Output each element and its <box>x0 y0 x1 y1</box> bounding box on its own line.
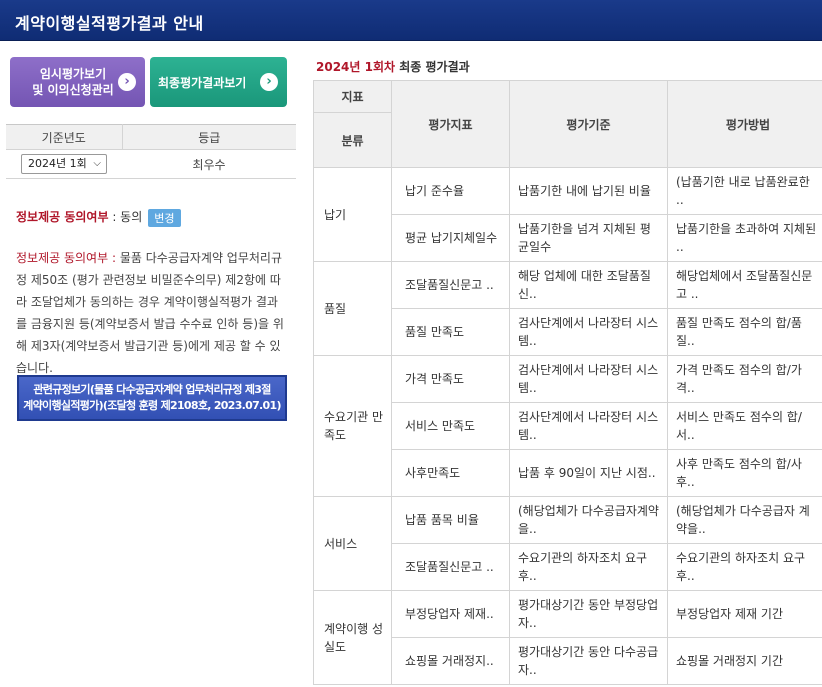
temp-eval-label-line1: 임시평가보기 <box>39 67 107 81</box>
result-period: 2024년 1회차 <box>316 60 396 74</box>
consent-value: 동의 <box>120 210 143 224</box>
regulation-button-line1: 관련규정보기(물품 다수공급자계약 업무처리규정 제3절 <box>33 383 271 396</box>
header-grade: 등급 <box>122 124 296 150</box>
change-consent-button[interactable]: 변경 <box>148 208 181 227</box>
indicator-cell: 조달품질신문고 .. <box>391 543 510 591</box>
header-indicator: 평가지표 <box>391 80 510 168</box>
consent-info-text: 정보제공 동의여부 : 물품 다수공급자계약 업무처리규정 제50조 (평가 관… <box>16 247 288 379</box>
criteria-cell: 검사단계에서 나라장터 시스템.. <box>509 308 668 356</box>
indicator-cell: 품질 만족도 <box>391 308 510 356</box>
chevron-down-icon: ⌵ <box>93 158 101 169</box>
table-row: 서비스 납품 품목 비율 (해당업체가 다수공급자계약을.. (해당업체가 다수… <box>313 496 822 591</box>
result-heading: 2024년 1회차 최종 평가결과 <box>316 58 470 75</box>
regulation-button-line2: 계약이행실적평가)(조달청 훈령 제2108호, 2023.07.01) <box>23 399 281 412</box>
grade-value: 최우수 <box>122 149 296 179</box>
temp-eval-button[interactable]: 임시평가보기 및 이의신청관리 › <box>10 57 145 107</box>
category-cell: 계약이행 성실도 <box>313 590 392 685</box>
consent-status: 정보제공 동의여부 : 동의 변경 <box>16 208 181 227</box>
arrow-right-icon: › <box>118 73 136 91</box>
criteria-cell: 평가대상기간 동안 다수공급자.. <box>509 637 668 685</box>
final-eval-button[interactable]: 최종평가결과보기 › <box>150 57 287 107</box>
header-method: 평가방법 <box>667 80 822 168</box>
consent-separator: : <box>108 210 121 224</box>
header-base-year: 기준년도 <box>6 124 123 150</box>
method-cell: 해당업체에서 조달품질신문고 .. <box>667 261 822 309</box>
temp-eval-label: 임시평가보기 및 이의신청관리 <box>23 66 123 98</box>
table-row: 납기 납기 준수율 납품기한 내에 납기된 비율 (납품기한 내로 납품완료한 … <box>313 167 822 262</box>
indicator-cell: 서비스 만족도 <box>391 402 510 450</box>
criteria-cell: 평가대상기간 동안 부정당업자.. <box>509 590 668 638</box>
category-cell: 납기 <box>313 167 392 262</box>
header-indicator-top: 지표 <box>313 80 392 113</box>
method-cell: (납품기한 내로 납품완료한 .. <box>667 167 822 215</box>
method-cell: 납품기한을 초과하여 지체된 .. <box>667 214 822 262</box>
consent-label: 정보제공 동의여부 <box>16 210 109 224</box>
method-cell: 쇼핑몰 거래정지 기간 <box>667 637 822 685</box>
category-cell: 수요기관 만족도 <box>313 355 392 497</box>
table-row: 품질 조달품질신문고 .. 해당 업체에 대한 조달품질신.. 해당업체에서 조… <box>313 261 822 356</box>
header-category: 분류 <box>313 112 392 168</box>
method-cell: 서비스 만족도 점수의 합/서.. <box>667 402 822 450</box>
indicator-cell: 납품 품목 비율 <box>391 496 510 544</box>
criteria-cell: (해당업체가 다수공급자계약을.. <box>509 496 668 544</box>
indicator-cell: 사후만족도 <box>391 449 510 497</box>
criteria-cell: 납품기한을 넘겨 지체된 평균일수 <box>509 214 668 262</box>
method-cell: 사후 만족도 점수의 합/사후.. <box>667 449 822 497</box>
view-regulation-button[interactable]: 관련규정보기(물품 다수공급자계약 업무처리규정 제3절 계약이행실적평가)(조… <box>17 375 287 421</box>
criteria-cell: 검사단계에서 나라장터 시스템.. <box>509 402 668 450</box>
criteria-cell: 납품기한 내에 납기된 비율 <box>509 167 668 215</box>
header-criteria: 평가기준 <box>509 80 668 168</box>
page-header: 계약이행실적평가결과 안내 <box>0 0 822 41</box>
category-cell: 서비스 <box>313 496 392 591</box>
criteria-cell: 수요기관의 하자조치 요구 후.. <box>509 543 668 591</box>
method-cell: 부정당업자 제재 기간 <box>667 590 822 638</box>
period-select-cell: 2024년 1회 ⌵ <box>6 149 122 179</box>
arrow-right-icon: › <box>260 73 278 91</box>
criteria-cell: 납품 후 90일이 지난 시점.. <box>509 449 668 497</box>
period-select-value: 2024년 1회 <box>28 157 87 170</box>
temp-eval-label-line2: 및 이의신청관리 <box>32 83 114 97</box>
indicator-cell: 조달품질신문고 .. <box>391 261 510 309</box>
method-cell: 가격 만족도 점수의 합/가격.. <box>667 355 822 403</box>
indicator-cell: 쇼핑몰 거래정지.. <box>391 637 510 685</box>
indicator-cell: 부정당업자 제재.. <box>391 590 510 638</box>
indicator-cell: 평균 납기지체일수 <box>391 214 510 262</box>
info-body: 물품 다수공급자계약 업무처리규정 제50조 (평가 관련정보 비밀준수의무) … <box>16 251 284 375</box>
criteria-cell: 검사단계에서 나라장터 시스템.. <box>509 355 668 403</box>
page-title: 계약이행실적평가결과 안내 <box>15 14 204 33</box>
year-grade-table: 기준년도 등급 2024년 1회 ⌵ 최우수 <box>6 124 296 179</box>
method-cell: 수요기관의 하자조치 요구 후.. <box>667 543 822 591</box>
final-eval-label: 최종평가결과보기 <box>158 76 247 90</box>
info-label: 정보제공 동의여부 : <box>16 251 116 265</box>
criteria-cell: 해당 업체에 대한 조달품질신.. <box>509 261 668 309</box>
evaluation-result-table: 지표 평가지표 평가기준 평가방법 분류 납기 납기 준수율 납품기한 내에 납… <box>313 80 822 685</box>
indicator-cell: 가격 만족도 <box>391 355 510 403</box>
method-cell: 품질 만족도 점수의 합/품질.. <box>667 308 822 356</box>
category-cell: 품질 <box>313 261 392 356</box>
indicator-cell: 납기 준수율 <box>391 167 510 215</box>
result-heading-text: 최종 평가결과 <box>395 60 470 74</box>
period-select[interactable]: 2024년 1회 ⌵ <box>21 154 107 174</box>
table-row: 계약이행 성실도 부정당업자 제재.. 평가대상기간 동안 부정당업자.. 부정… <box>313 590 822 685</box>
table-row: 수요기관 만족도 가격 만족도 검사단계에서 나라장터 시스템.. 가격 만족도… <box>313 355 822 497</box>
method-cell: (해당업체가 다수공급자 계약을.. <box>667 496 822 544</box>
